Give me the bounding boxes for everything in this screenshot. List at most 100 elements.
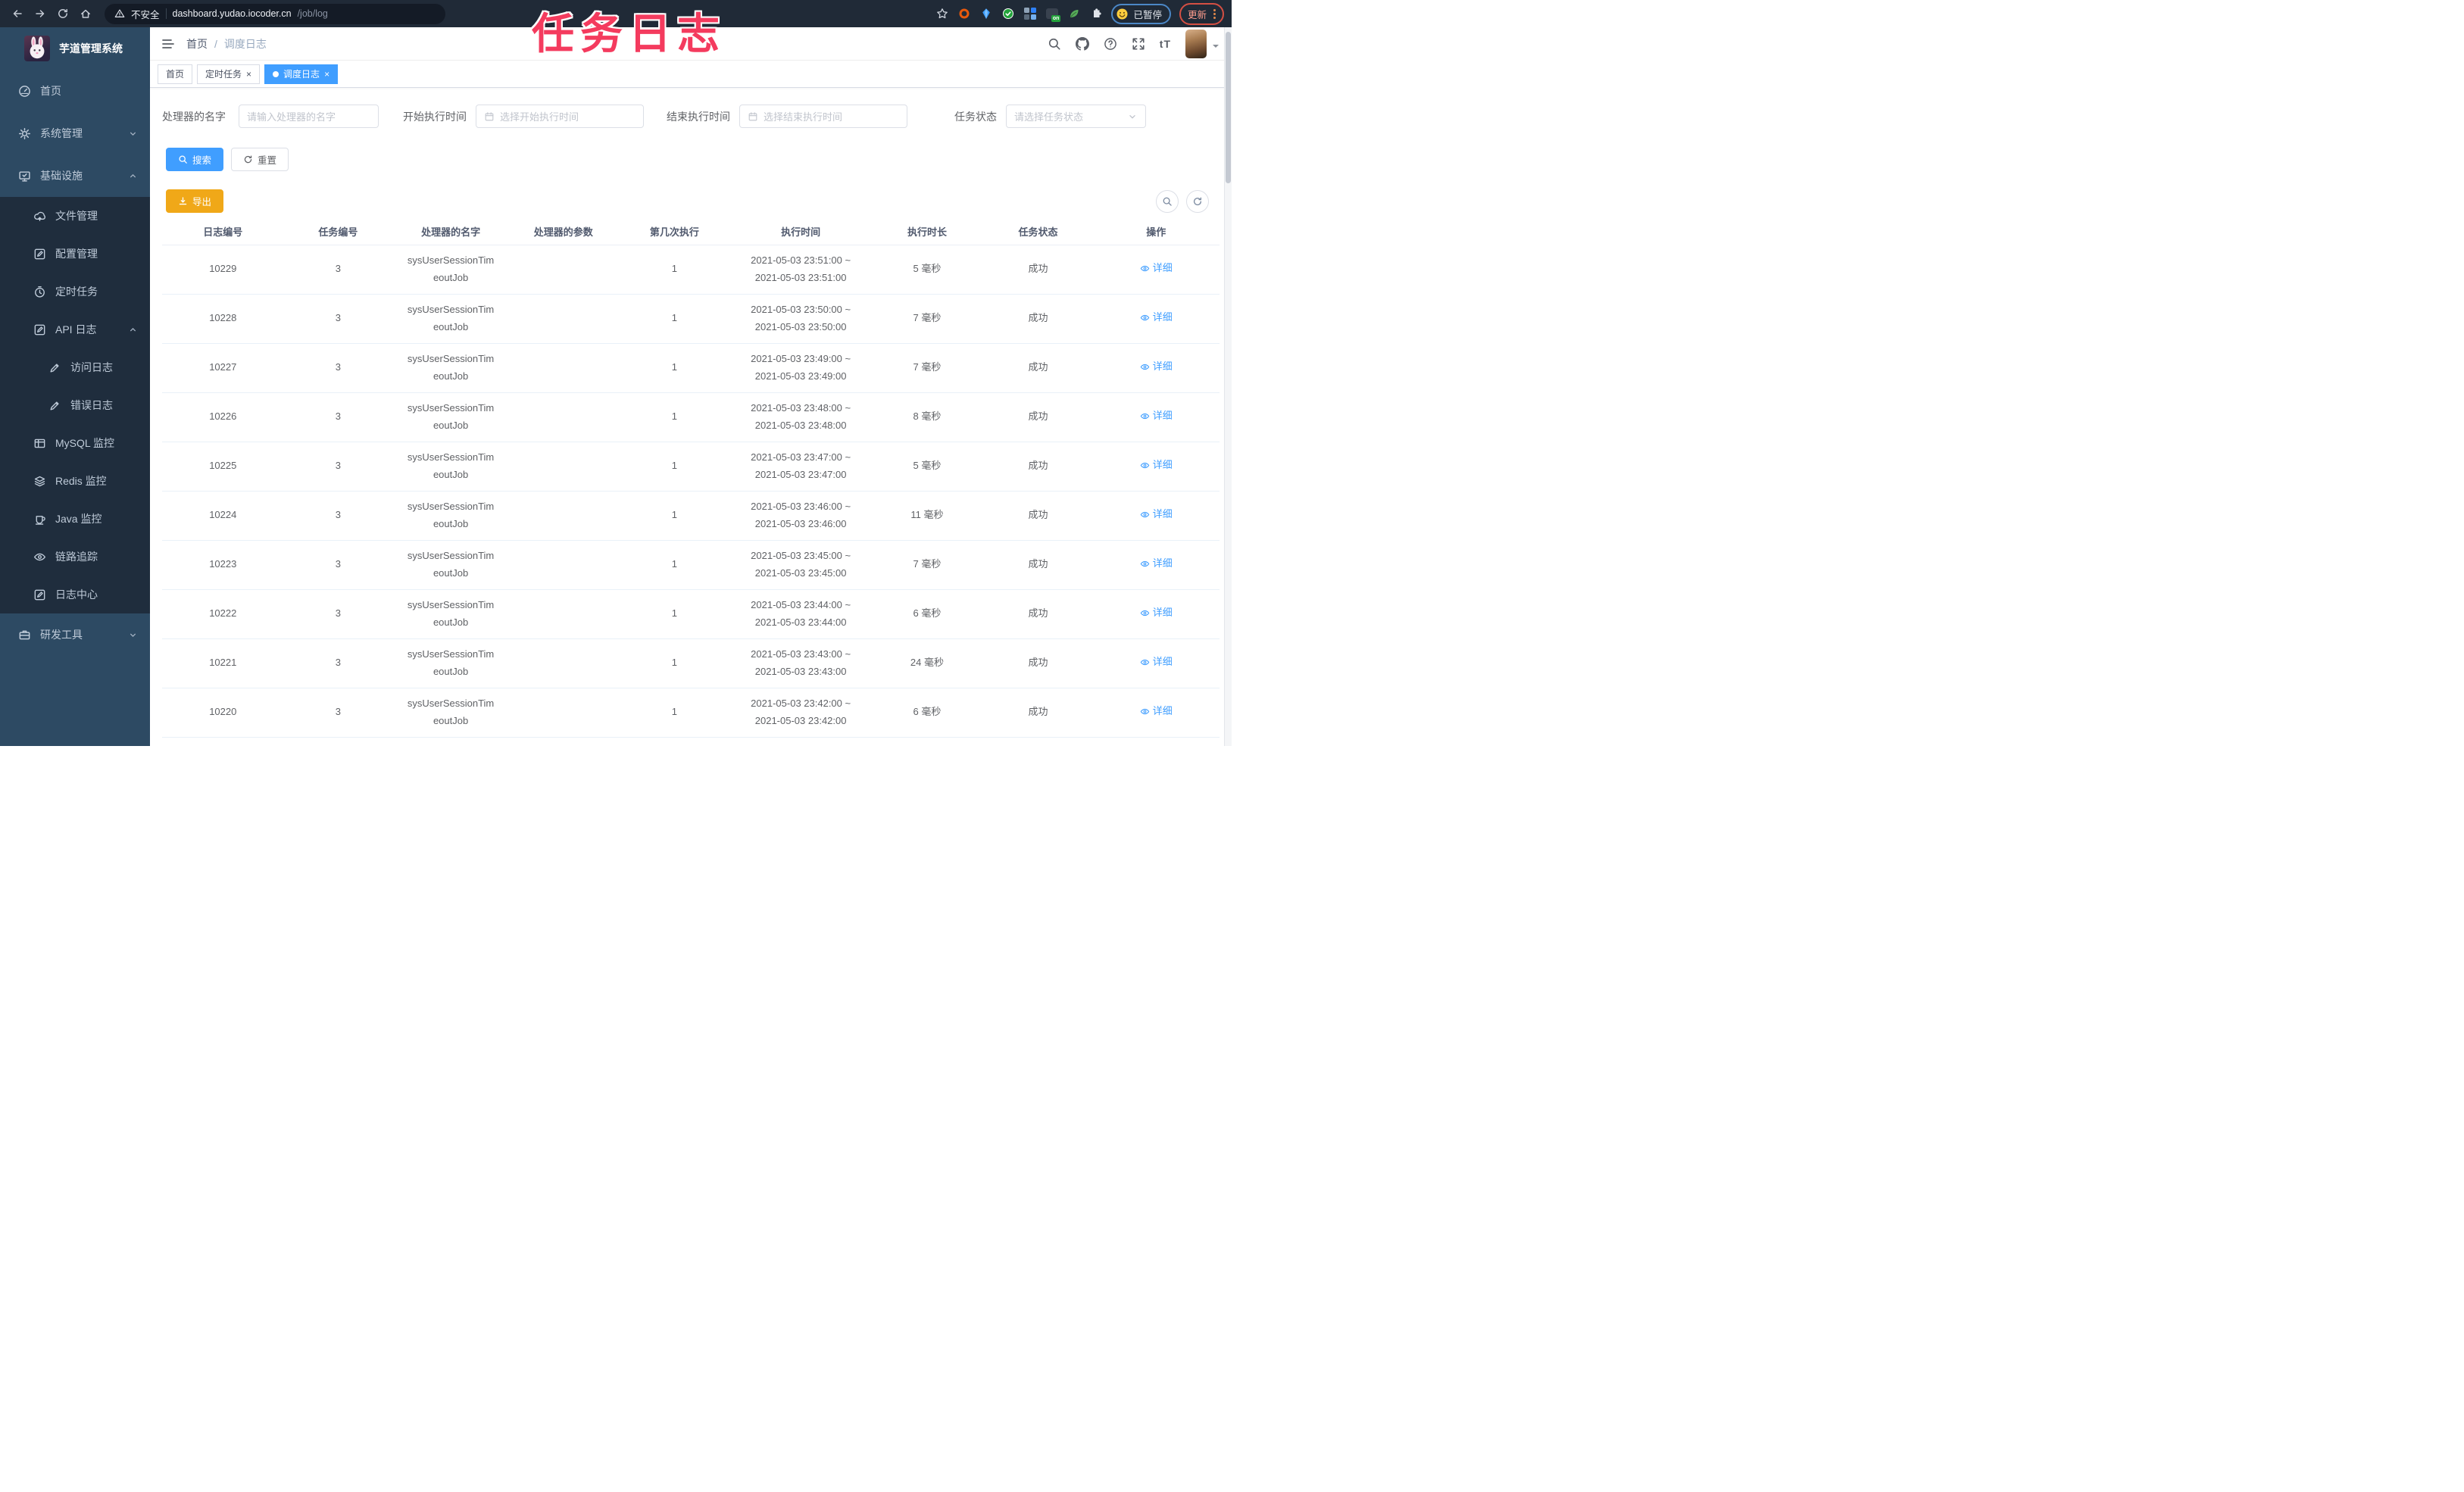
fullscreen-icon[interactable]: [1132, 37, 1145, 51]
extension-on-badge-icon[interactable]: on: [1045, 7, 1061, 22]
filter-end-time: 结束执行时间 选择结束执行时间: [667, 105, 907, 128]
cell-handler-param: [508, 589, 618, 639]
cell-log-id: 10223: [162, 540, 284, 590]
github-icon[interactable]: [1075, 36, 1089, 51]
tab-job-log[interactable]: 调度日志 ×: [264, 64, 339, 84]
sidebar-item-home[interactable]: 首页: [0, 70, 150, 112]
download-icon: [179, 197, 187, 205]
export-button[interactable]: 导出: [166, 189, 224, 213]
detail-link[interactable]: 详细: [1140, 407, 1173, 424]
cell-exec-time: 2021-05-03 23:43:00 ~ 2021-05-03 23:43:0…: [731, 638, 871, 688]
detail-link[interactable]: 详细: [1140, 260, 1173, 276]
cell-job-id: 3: [283, 442, 393, 492]
breadcrumb-current: 调度日志: [223, 37, 267, 50]
breadcrumb-home[interactable]: 首页: [186, 36, 208, 52]
browser-update-button[interactable]: 更新: [1179, 2, 1224, 25]
detail-link[interactable]: 详细: [1140, 703, 1173, 719]
extension-green-check-icon[interactable]: [1001, 7, 1015, 20]
detail-link[interactable]: 详细: [1140, 358, 1173, 375]
cell-duration: 11 毫秒: [870, 491, 984, 541]
handler-name-input[interactable]: 请输入处理器的名字: [239, 105, 379, 128]
toggle-search-button[interactable]: [1156, 189, 1179, 213]
cell-duration: 24 毫秒: [870, 638, 984, 688]
scrollbar-thumb[interactable]: [1226, 32, 1231, 183]
eye-icon: [1140, 659, 1149, 665]
help-question-icon[interactable]: [1104, 37, 1117, 51]
menu-label: 配置管理: [55, 248, 98, 260]
extension-grid-icon[interactable]: [1023, 7, 1037, 20]
header-search-icon[interactable]: [1048, 37, 1061, 51]
table-row: 10220 3 sysUserSessionTim eoutJob 1 2021-05-…: [162, 688, 1220, 738]
tab-close-icon[interactable]: ×: [324, 70, 329, 79]
sidebar-item-system-management[interactable]: 系统管理: [0, 112, 150, 155]
reset-button[interactable]: 重置: [231, 148, 289, 171]
user-menu[interactable]: [1185, 29, 1220, 58]
sidebar-item-infrastructure[interactable]: 基础设施: [0, 155, 150, 197]
extension-puzzle-icon[interactable]: [1089, 7, 1103, 20]
menu-label: 日志中心: [55, 588, 98, 601]
sidebar-item-trace[interactable]: 链路追踪: [0, 538, 150, 576]
search-button[interactable]: 搜索: [166, 148, 224, 171]
filter-handler-name: 处理器的名字 请输入处理器的名字: [162, 105, 379, 128]
cell-actions: 详细: [1092, 540, 1220, 590]
refresh-table-button[interactable]: [1186, 189, 1209, 213]
table-header-row: 日志编号 任务编号 处理器的名字 处理器的参数 第几次执行 执行时间 执行时长 …: [162, 219, 1220, 245]
browser-reload-button[interactable]: [53, 4, 73, 23]
cell-status: 成功: [983, 638, 1093, 688]
page-scrollbar[interactable]: [1224, 27, 1232, 746]
cell-exec-count: 1: [617, 638, 731, 688]
insecure-warning-icon: [114, 9, 125, 17]
detail-link[interactable]: 详细: [1140, 654, 1173, 670]
hamburger-menu-icon[interactable]: [161, 36, 176, 52]
end-time-input[interactable]: 选择结束执行时间: [739, 105, 907, 128]
detail-link[interactable]: 详细: [1140, 604, 1173, 621]
sidebar-item-redis-monitor[interactable]: Redis 监控: [0, 462, 150, 500]
detail-link[interactable]: 详细: [1140, 555, 1173, 572]
browser-home-button[interactable]: [76, 4, 95, 23]
cell-exec-time: 2021-05-03 23:48:00 ~ 2021-05-03 23:48:0…: [731, 392, 871, 442]
menu-label: 错误日志: [70, 399, 113, 411]
address-bar[interactable]: 不安全 dashboard.yudao.iocoder.cn/job/log: [105, 3, 445, 24]
sidebar-item-mysql-monitor[interactable]: MySQL 监控: [0, 424, 150, 462]
detail-link[interactable]: 详细: [1140, 457, 1173, 473]
col-handler-param: 处理器的参数: [508, 219, 618, 245]
calendar-icon: [485, 111, 494, 120]
extension-orange-ring-icon[interactable]: [957, 7, 971, 20]
browser-menu-kebab-icon[interactable]: [1213, 8, 1216, 19]
sidebar-item-dev-tools[interactable]: 研发工具: [0, 613, 150, 656]
sidebar-logo[interactable]: 芋道管理系统: [0, 27, 150, 70]
extension-blue-gem-icon[interactable]: [979, 7, 993, 20]
sidebar-item-config-management[interactable]: 配置管理: [0, 235, 150, 273]
sidebar-item-access-logs[interactable]: 访问日志: [0, 348, 150, 386]
col-log-id: 日志编号: [162, 219, 284, 245]
cell-job-id: 3: [283, 589, 393, 639]
sidebar-item-api-logs[interactable]: API 日志: [0, 311, 150, 348]
pen-icon: [48, 361, 61, 374]
sidebar-item-scheduled-jobs[interactable]: 定时任务: [0, 273, 150, 311]
logo-bunny-image: [24, 36, 50, 61]
browser-back-button[interactable]: [8, 4, 27, 23]
tab-home[interactable]: 首页: [158, 64, 193, 84]
chevron-down-icon: [128, 630, 138, 640]
sidebar-item-file-management[interactable]: 文件管理: [0, 197, 150, 235]
detail-link[interactable]: 详细: [1140, 506, 1173, 523]
extension-leaf-icon[interactable]: [1067, 7, 1081, 20]
cell-status: 成功: [983, 392, 1093, 442]
job-status-select[interactable]: 请选择任务状态: [1006, 105, 1146, 128]
cell-handler-name: sysUserSessionTim eoutJob: [392, 245, 509, 295]
sidebar-item-log-center[interactable]: 日志中心: [0, 576, 150, 613]
detail-link[interactable]: 详细: [1140, 309, 1173, 326]
tab-close-icon[interactable]: ×: [246, 70, 251, 79]
text-size-icon[interactable]: tT: [1160, 38, 1171, 50]
table-grid-icon: [33, 437, 46, 450]
start-time-input[interactable]: 选择开始执行时间: [476, 105, 644, 128]
profile-paused-badge[interactable]: 已暂停: [1111, 3, 1171, 24]
browser-forward-button[interactable]: [30, 4, 50, 23]
tab-scheduled-jobs[interactable]: 定时任务 ×: [197, 64, 261, 84]
sidebar-item-java-monitor[interactable]: Java 监控: [0, 500, 150, 538]
cell-exec-time: 2021-05-03 23:42:00 ~ 2021-05-03 23:42:0…: [731, 688, 871, 738]
bookmark-star-icon[interactable]: [935, 7, 949, 20]
chevron-down-icon: [1129, 114, 1135, 118]
sidebar-item-error-logs[interactable]: 错误日志: [0, 386, 150, 424]
edit-square-icon: [33, 588, 46, 601]
